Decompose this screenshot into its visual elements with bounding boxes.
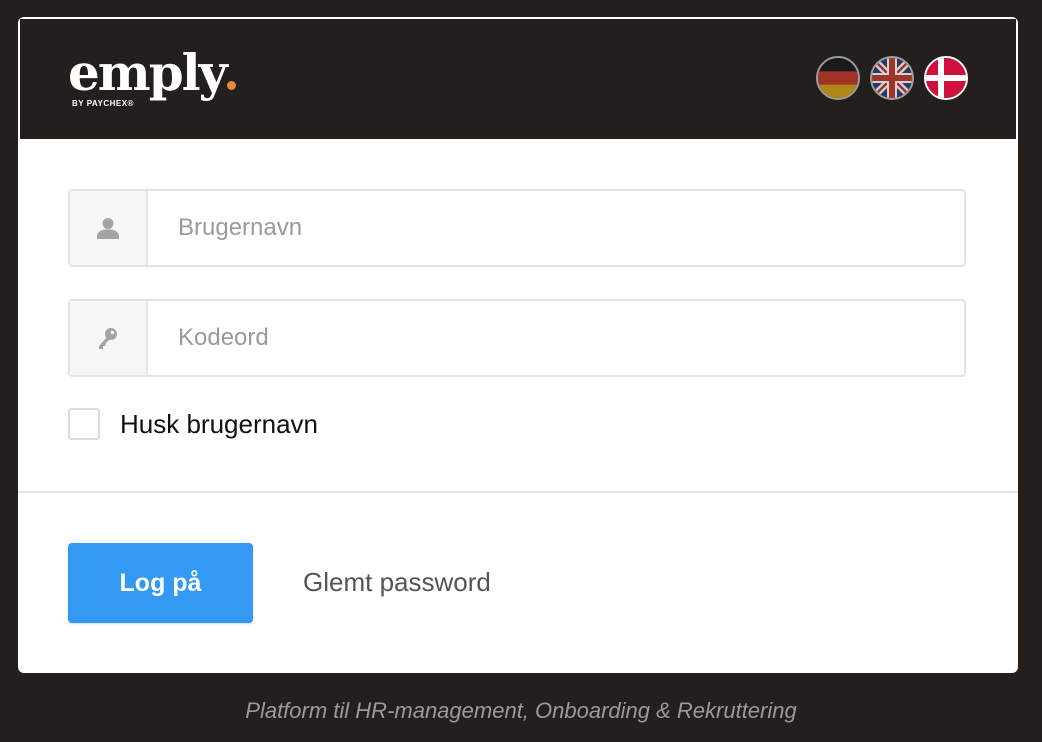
login-button[interactable]: Log på [68, 543, 253, 623]
logo-subtext: BY PAYCHEX® [72, 99, 134, 108]
password-group [68, 299, 966, 377]
card-header: emply BY PAYCHEX® [20, 19, 1016, 139]
platform-tagline: Platform til HR-management, Onboarding &… [245, 698, 797, 723]
remember-checkbox[interactable] [68, 408, 100, 440]
remember-label: Husk brugernavn [120, 408, 318, 439]
username-group [68, 189, 966, 267]
username-input[interactable] [148, 191, 964, 265]
logo-wordmark: emply [68, 43, 228, 102]
remember-username[interactable]: Husk brugernavn [68, 408, 318, 440]
form-divider [18, 491, 1018, 493]
logo-accent-dot [226, 81, 236, 90]
language-switcher [816, 56, 968, 100]
german-flag-icon[interactable] [816, 56, 860, 100]
login-card: emply BY PAYCHEX® Brugernavn Husk bruger… [18, 17, 1018, 673]
password-input[interactable] [148, 301, 964, 375]
forgot-password-link[interactable]: Glemt password [303, 567, 491, 598]
key-icon [70, 301, 148, 375]
user-icon [70, 191, 148, 265]
uk-flag-icon[interactable] [870, 56, 914, 100]
danish-flag-icon[interactable] [924, 56, 968, 100]
emply-logo: emply BY PAYCHEX® [68, 43, 236, 108]
